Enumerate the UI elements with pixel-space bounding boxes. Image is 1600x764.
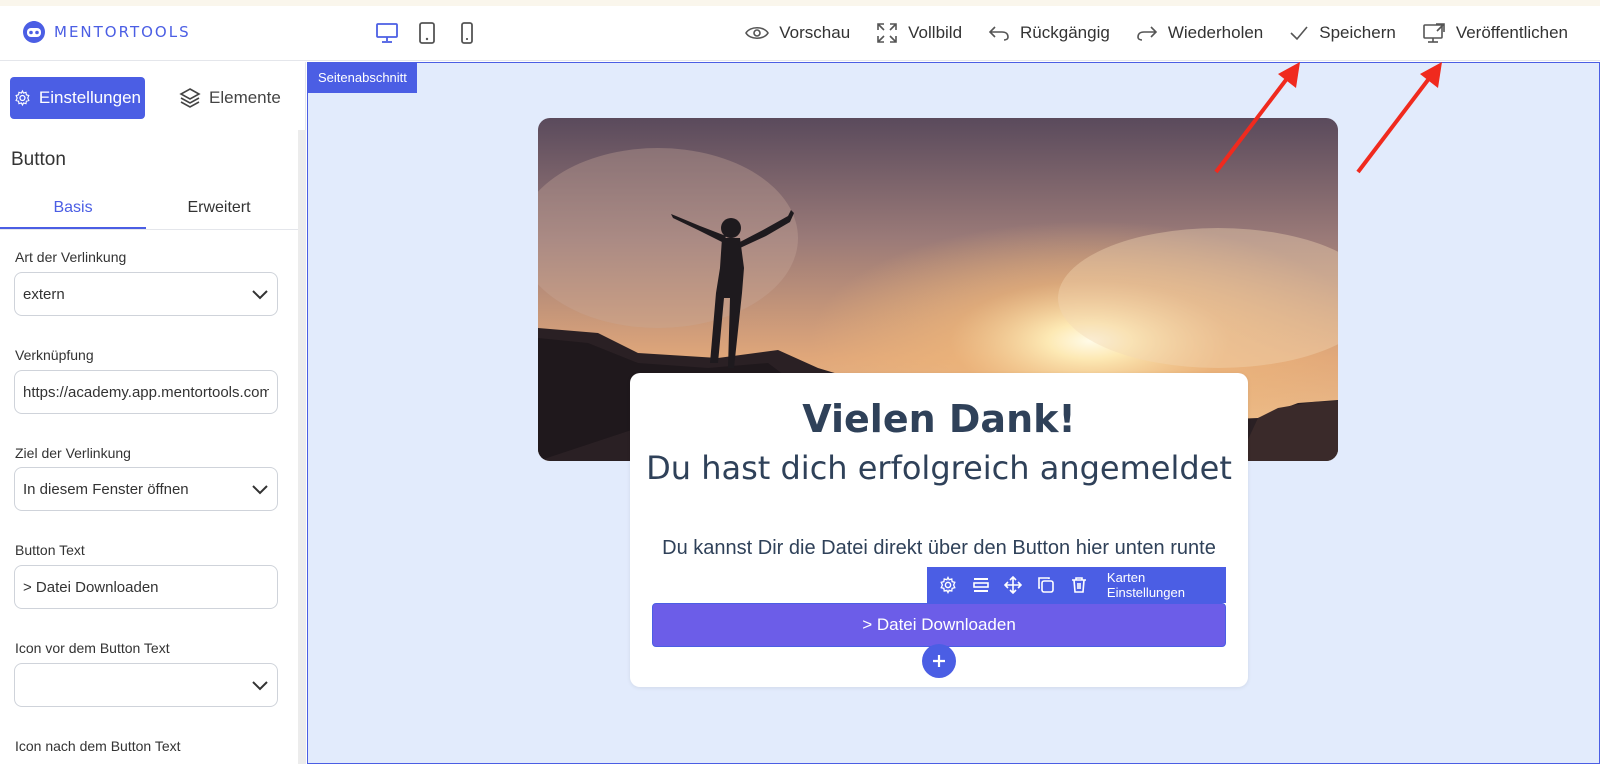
eye-icon [745, 26, 770, 40]
annotation-arrow-publish-icon [1356, 62, 1442, 174]
link-type-value: extern [23, 285, 65, 303]
check-icon [1290, 26, 1308, 41]
icon-before-select[interactable] [14, 663, 278, 707]
tab-elemente[interactable]: Elemente [175, 77, 285, 119]
tab-erweitert[interactable]: Erweitert [146, 187, 292, 229]
brand-name: MENTORTOOLS [54, 23, 191, 41]
settings-sidebar: Einstellungen Elemente Button Basis Erwe… [0, 62, 306, 764]
tab-einstellungen[interactable]: Einstellungen [10, 77, 145, 119]
save-label: Speichern [1319, 23, 1396, 42]
card-body-text: Du kannst Dir die Datei direkt über den … [662, 537, 1216, 559]
link-url-label: Verknüpfung [15, 347, 94, 363]
tab-basis[interactable]: Basis [0, 187, 146, 229]
desktop-icon[interactable] [374, 20, 400, 46]
card-toolbar: Karten Einstellungen [927, 567, 1226, 603]
settings-icon[interactable] [933, 570, 963, 600]
move-icon[interactable] [999, 570, 1029, 600]
tab-einstellungen-label: Einstellungen [38, 88, 141, 107]
link-type-label: Art der Verlinkung [15, 249, 127, 265]
card-title: Vielen Dank! [802, 397, 1076, 441]
editor-topbar: MENTORTOOLS Vorschau Vollbild Rückgängig… [0, 6, 1600, 61]
undo-icon [988, 26, 1009, 41]
undo-button[interactable]: Rückgängig [988, 18, 1110, 48]
redo-button[interactable]: Wiederholen [1136, 18, 1263, 48]
icon-after-label: Icon nach dem Button Text [15, 738, 181, 754]
section-label[interactable]: Seitenabschnitt [308, 63, 417, 93]
link-target-select[interactable]: In diesem Fenster öffnen [14, 467, 278, 511]
redo-icon [1137, 26, 1157, 41]
expand-icon [877, 23, 897, 43]
chevron-down-icon [252, 681, 268, 691]
fullscreen-label: Vollbild [908, 23, 963, 42]
publish-button[interactable]: Veröffentlichen [1422, 18, 1568, 48]
sub-tabs: Basis Erweitert [0, 187, 298, 230]
thank-you-card[interactable]: Vielen Dank! Du hast dich erfolgreich an… [630, 373, 1248, 687]
download-button[interactable]: > Datei Downloaden [652, 603, 1226, 647]
link-type-select[interactable]: extern [14, 272, 278, 316]
link-target-label: Ziel der Verlinkung [15, 445, 131, 461]
tab-elemente-label: Elemente [209, 88, 281, 107]
robot-logo-icon [23, 21, 45, 43]
link-url-value: https://academy.app.mentortools.com [23, 383, 269, 401]
publish-label: Veröffentlichen [1455, 23, 1568, 42]
trash-icon[interactable] [1064, 570, 1094, 600]
sidebar-scrollbar[interactable] [298, 130, 306, 764]
logo: MENTORTOOLS [20, 18, 191, 46]
duplicate-icon[interactable] [1031, 570, 1061, 600]
panel-title: Button [11, 149, 66, 170]
link-target-value: In diesem Fenster öffnen [23, 480, 189, 498]
card-settings-label[interactable]: Karten Einstellungen [1107, 570, 1226, 600]
editor-actions: Vorschau Vollbild Rückgängig Wiederholen… [745, 18, 1568, 48]
tablet-icon[interactable] [414, 20, 440, 46]
card-subtitle: Du hast dich erfolgreich angemeldet [646, 449, 1232, 487]
device-switcher [374, 20, 480, 46]
align-icon[interactable] [966, 570, 996, 600]
undo-label: Rückgängig [1020, 23, 1110, 42]
preview-button[interactable]: Vorschau [745, 18, 850, 48]
gear-icon [15, 89, 30, 107]
plus-icon [933, 655, 945, 667]
icon-before-label: Icon vor dem Button Text [15, 640, 170, 656]
publish-icon [1423, 23, 1445, 43]
link-url-input[interactable]: https://academy.app.mentortools.com [14, 370, 278, 414]
preview-label: Vorschau [779, 23, 851, 42]
annotation-arrow-save-icon [1214, 62, 1300, 174]
chevron-down-icon [252, 290, 268, 300]
button-text-input[interactable]: > Datei Downloaden [14, 565, 278, 609]
button-text-label: Button Text [15, 542, 85, 558]
fullscreen-button[interactable]: Vollbild [876, 18, 962, 48]
sidebar-tabs: Einstellungen Elemente [10, 77, 285, 119]
save-button[interactable]: Speichern [1289, 18, 1396, 48]
mobile-icon[interactable] [454, 20, 480, 46]
redo-label: Wiederholen [1167, 23, 1264, 42]
add-element-button[interactable] [922, 644, 956, 678]
chevron-down-icon [252, 485, 268, 495]
button-text-value: > Datei Downloaden [23, 578, 159, 596]
layers-icon [179, 88, 201, 108]
